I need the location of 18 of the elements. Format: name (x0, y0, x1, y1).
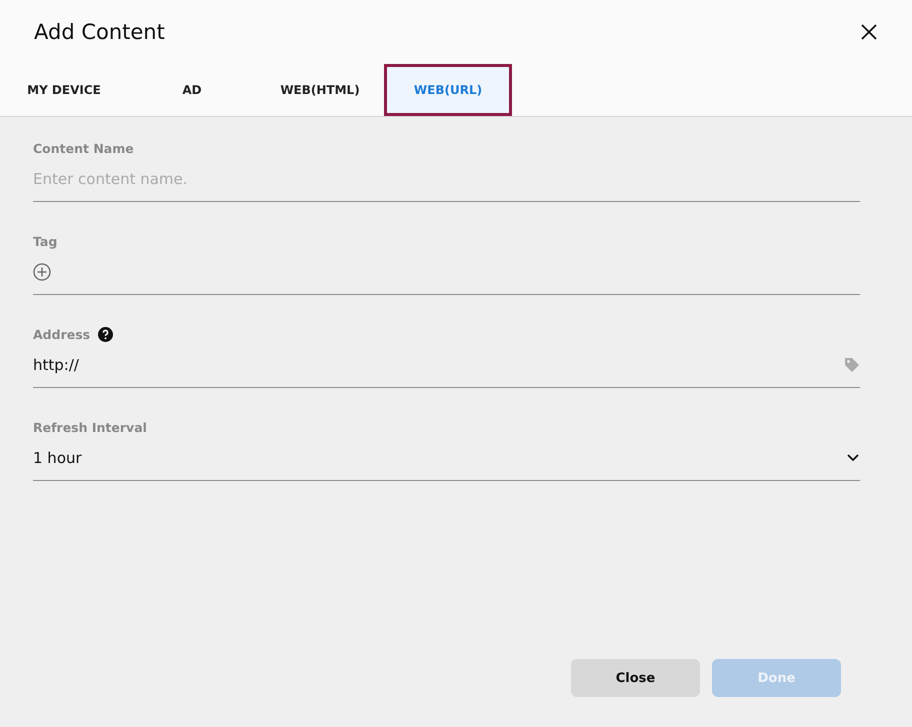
tab[interactable]: WEB(HTML) (256, 64, 384, 116)
add-icon[interactable] (33, 263, 51, 281)
close-icon[interactable] (860, 23, 878, 41)
field-label: Tag (33, 234, 58, 248)
field-label: Address (33, 326, 90, 342)
field-label: Content Name (33, 140, 134, 156)
field-label: Refresh Interval (33, 420, 147, 434)
tab[interactable]: AD (128, 64, 256, 116)
tag-icon (844, 357, 860, 373)
close-button[interactable]: Close (571, 659, 700, 697)
dialog-title: Add Content (34, 20, 165, 44)
tab[interactable]: WEB(URL) (384, 64, 512, 116)
help-icon[interactable] (98, 326, 114, 342)
refresh-interval-select[interactable]: 1 hour (33, 436, 860, 481)
content-name-field[interactable]: Enter content name. (33, 170, 860, 188)
address-field[interactable]: http:// (33, 356, 844, 374)
chevron-down-icon (846, 453, 860, 463)
tab[interactable]: MY DEVICE (0, 64, 128, 116)
